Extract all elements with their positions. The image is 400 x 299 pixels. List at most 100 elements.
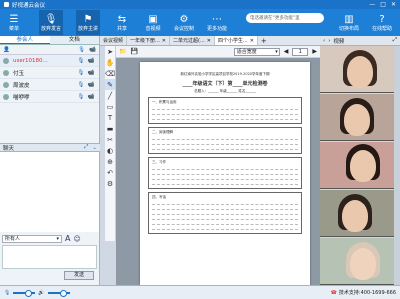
stamp-icon[interactable]: ⊕	[105, 156, 115, 167]
speaker-icon[interactable]: 🔊	[38, 290, 44, 296]
chevron-right-icon[interactable]: ›	[328, 38, 330, 44]
tab-doc-3[interactable]: 四个小学生... ✕	[214, 36, 258, 45]
recipient-select[interactable]: 所有人 ▾	[2, 234, 62, 243]
video-tile[interactable]	[320, 94, 400, 141]
video-scrollbar[interactable]	[394, 46, 400, 285]
close-icon[interactable]: ✕	[250, 38, 254, 44]
camera-icon[interactable]: 📹	[86, 94, 96, 100]
phone-icon: ☎	[330, 289, 337, 296]
font-icon[interactable]: A	[65, 234, 70, 243]
mic-volume-slider[interactable]	[13, 289, 36, 297]
send-button[interactable]: 发送	[64, 271, 94, 280]
add-tab-icon[interactable]: +	[261, 37, 267, 45]
paper-section: 三、习作	[148, 157, 302, 189]
participant-name: 喵咿咿	[13, 94, 30, 101]
page-number-field[interactable]: 1	[292, 47, 309, 56]
participant-row[interactable]: 喵咿咿 🎙 📹	[0, 91, 99, 103]
meeting-control-icon: ⚙	[179, 13, 189, 25]
menu-button[interactable]: ☰ 菜单	[2, 10, 26, 35]
annotation-toolstrip: ➤ ✋ ⌫ ✎ ╱ ▭ T ▬ ✂ ◐ ⊕ ↶ ⚙	[105, 46, 116, 241]
camera-icon[interactable]: 📹	[86, 58, 96, 64]
color-palette-icon[interactable]: ◐	[105, 145, 115, 156]
help-icon: ?	[379, 13, 385, 25]
settings-icon[interactable]: ⚙	[105, 178, 115, 189]
chevron-down-icon: ▾	[275, 48, 278, 55]
close-icon[interactable]: ✕	[162, 38, 166, 44]
folder-icon[interactable]: 📁	[119, 48, 126, 55]
camera-icon[interactable]: 📹	[86, 82, 96, 88]
line-icon[interactable]: ╱	[105, 90, 115, 101]
participant-name: user10180...	[13, 57, 48, 64]
avatar	[3, 93, 9, 100]
speaker-volume-slider[interactable]	[47, 289, 70, 297]
more-functions-button[interactable]: ⋯ 更多功能	[205, 10, 229, 35]
save-icon[interactable]: 💾	[130, 48, 137, 55]
next-page-icon[interactable]: ▶	[312, 48, 317, 55]
paper-title: ____年级语文（下）第____单元检测卷	[182, 81, 268, 87]
meeting-control-button[interactable]: ⚙ 会议控制	[172, 10, 196, 35]
give-up-speaking-button[interactable]: 🎙 放弃发言	[39, 10, 63, 35]
camera-icon: ▣	[148, 13, 158, 25]
minimize-button[interactable]: —	[369, 1, 375, 8]
tab-participants[interactable]: 参会人	[0, 36, 50, 44]
participant-row[interactable]: 周波皮 🎙 📹	[0, 79, 99, 91]
pen-icon[interactable]: ✎	[105, 79, 115, 90]
tab-doc-1[interactable]: 一年级下册... ✕	[127, 36, 170, 45]
switch-layout-button[interactable]: ▥ 切换布局	[337, 10, 361, 35]
mic-icon[interactable]: 🎙	[76, 94, 86, 100]
participant-row[interactable]: 付玉 🎙 📹	[0, 67, 99, 79]
scissors-icon[interactable]: ✂	[105, 134, 115, 145]
highlighter-icon[interactable]: ▬	[105, 123, 115, 134]
close-button[interactable]: ✕	[391, 1, 396, 8]
zoom-select[interactable]: 适合宽度 ▾	[233, 47, 280, 56]
share-button[interactable]: ⇆ 共享	[110, 10, 134, 35]
video-tile[interactable]	[320, 142, 400, 189]
expand-icon[interactable]: ⤢	[393, 37, 397, 44]
camera-icon[interactable]: 📹	[86, 70, 96, 76]
rectangle-icon[interactable]: ▭	[105, 101, 115, 112]
participant-name: 付玉	[13, 70, 25, 77]
tab-documents[interactable]: 文档	[50, 36, 100, 44]
video-tile[interactable]	[320, 238, 400, 285]
avatar	[3, 69, 9, 76]
participant-row[interactable]: user10180... 🎙 📹	[0, 55, 99, 67]
text-icon[interactable]: T	[105, 112, 115, 123]
document-page[interactable]: 新红南外实验小学学区高项目学校2019-2020学年度下期 ____年级语文（下…	[140, 62, 310, 285]
notice-banner[interactable]: 电话邀请在“更多功能”里	[246, 13, 324, 23]
online-help-button[interactable]: ? 在线帮助	[370, 10, 394, 35]
chat-input[interactable]	[2, 245, 97, 269]
tab-meeting-video[interactable]: 会议视频	[100, 36, 128, 45]
participants-header: 👤 🎙 📹	[0, 45, 99, 55]
chevron-left-icon[interactable]: ‹	[323, 38, 325, 44]
title-bar: 好视通云会议 — □ ✕	[0, 0, 400, 9]
avatar	[3, 81, 9, 88]
paper-info: 总题入：______ 年级______ 姓名______	[194, 89, 256, 93]
chat-header: 聊天 ⤢ ⌄	[0, 143, 100, 152]
video-tile[interactable]	[320, 190, 400, 237]
tab-doc-2[interactable]: 二单元过超(... ✕	[170, 36, 215, 45]
maximize-button[interactable]: □	[380, 1, 386, 8]
paper-school-line: 新红南外实验小学学区高项目学校2019-2020学年度下期	[180, 72, 270, 76]
document-tabs: 会议视频 一年级下册... ✕ 二单元过超(... ✕ 四个小学生... ✕ +	[100, 36, 320, 46]
undo-icon[interactable]: ↶	[105, 167, 115, 178]
chevron-down-icon[interactable]: ⌄	[92, 145, 97, 151]
hand-icon[interactable]: ✋	[105, 57, 115, 68]
window-title: 好视通云会议	[12, 2, 46, 9]
mic-icon[interactable]: 🎙	[76, 82, 86, 88]
chat-options-bar: 所有人 ▾ A ☺	[0, 233, 99, 244]
eraser-icon[interactable]: ⌫	[105, 68, 115, 79]
mic-icon[interactable]: 🎙	[76, 58, 86, 64]
layout-icon: ▥	[344, 13, 354, 25]
chat-messages-area[interactable]	[0, 152, 99, 232]
close-icon[interactable]: ✕	[207, 38, 211, 44]
microphone-icon[interactable]: 🎙	[4, 290, 10, 296]
audio-video-button[interactable]: ▣ 音视频	[141, 10, 165, 35]
mic-icon[interactable]: 🎙	[76, 70, 86, 76]
arrow-icon[interactable]: ➤	[105, 46, 115, 57]
expand-icon[interactable]: ⤢	[84, 144, 88, 151]
video-tile[interactable]	[320, 46, 400, 93]
give-up-presenter-button[interactable]: ⚑ 放弃主讲	[76, 10, 100, 35]
prev-page-icon[interactable]: ◀	[284, 48, 289, 55]
emoji-icon[interactable]: ☺	[73, 235, 80, 243]
mic-icon: 🎙	[44, 13, 58, 25]
